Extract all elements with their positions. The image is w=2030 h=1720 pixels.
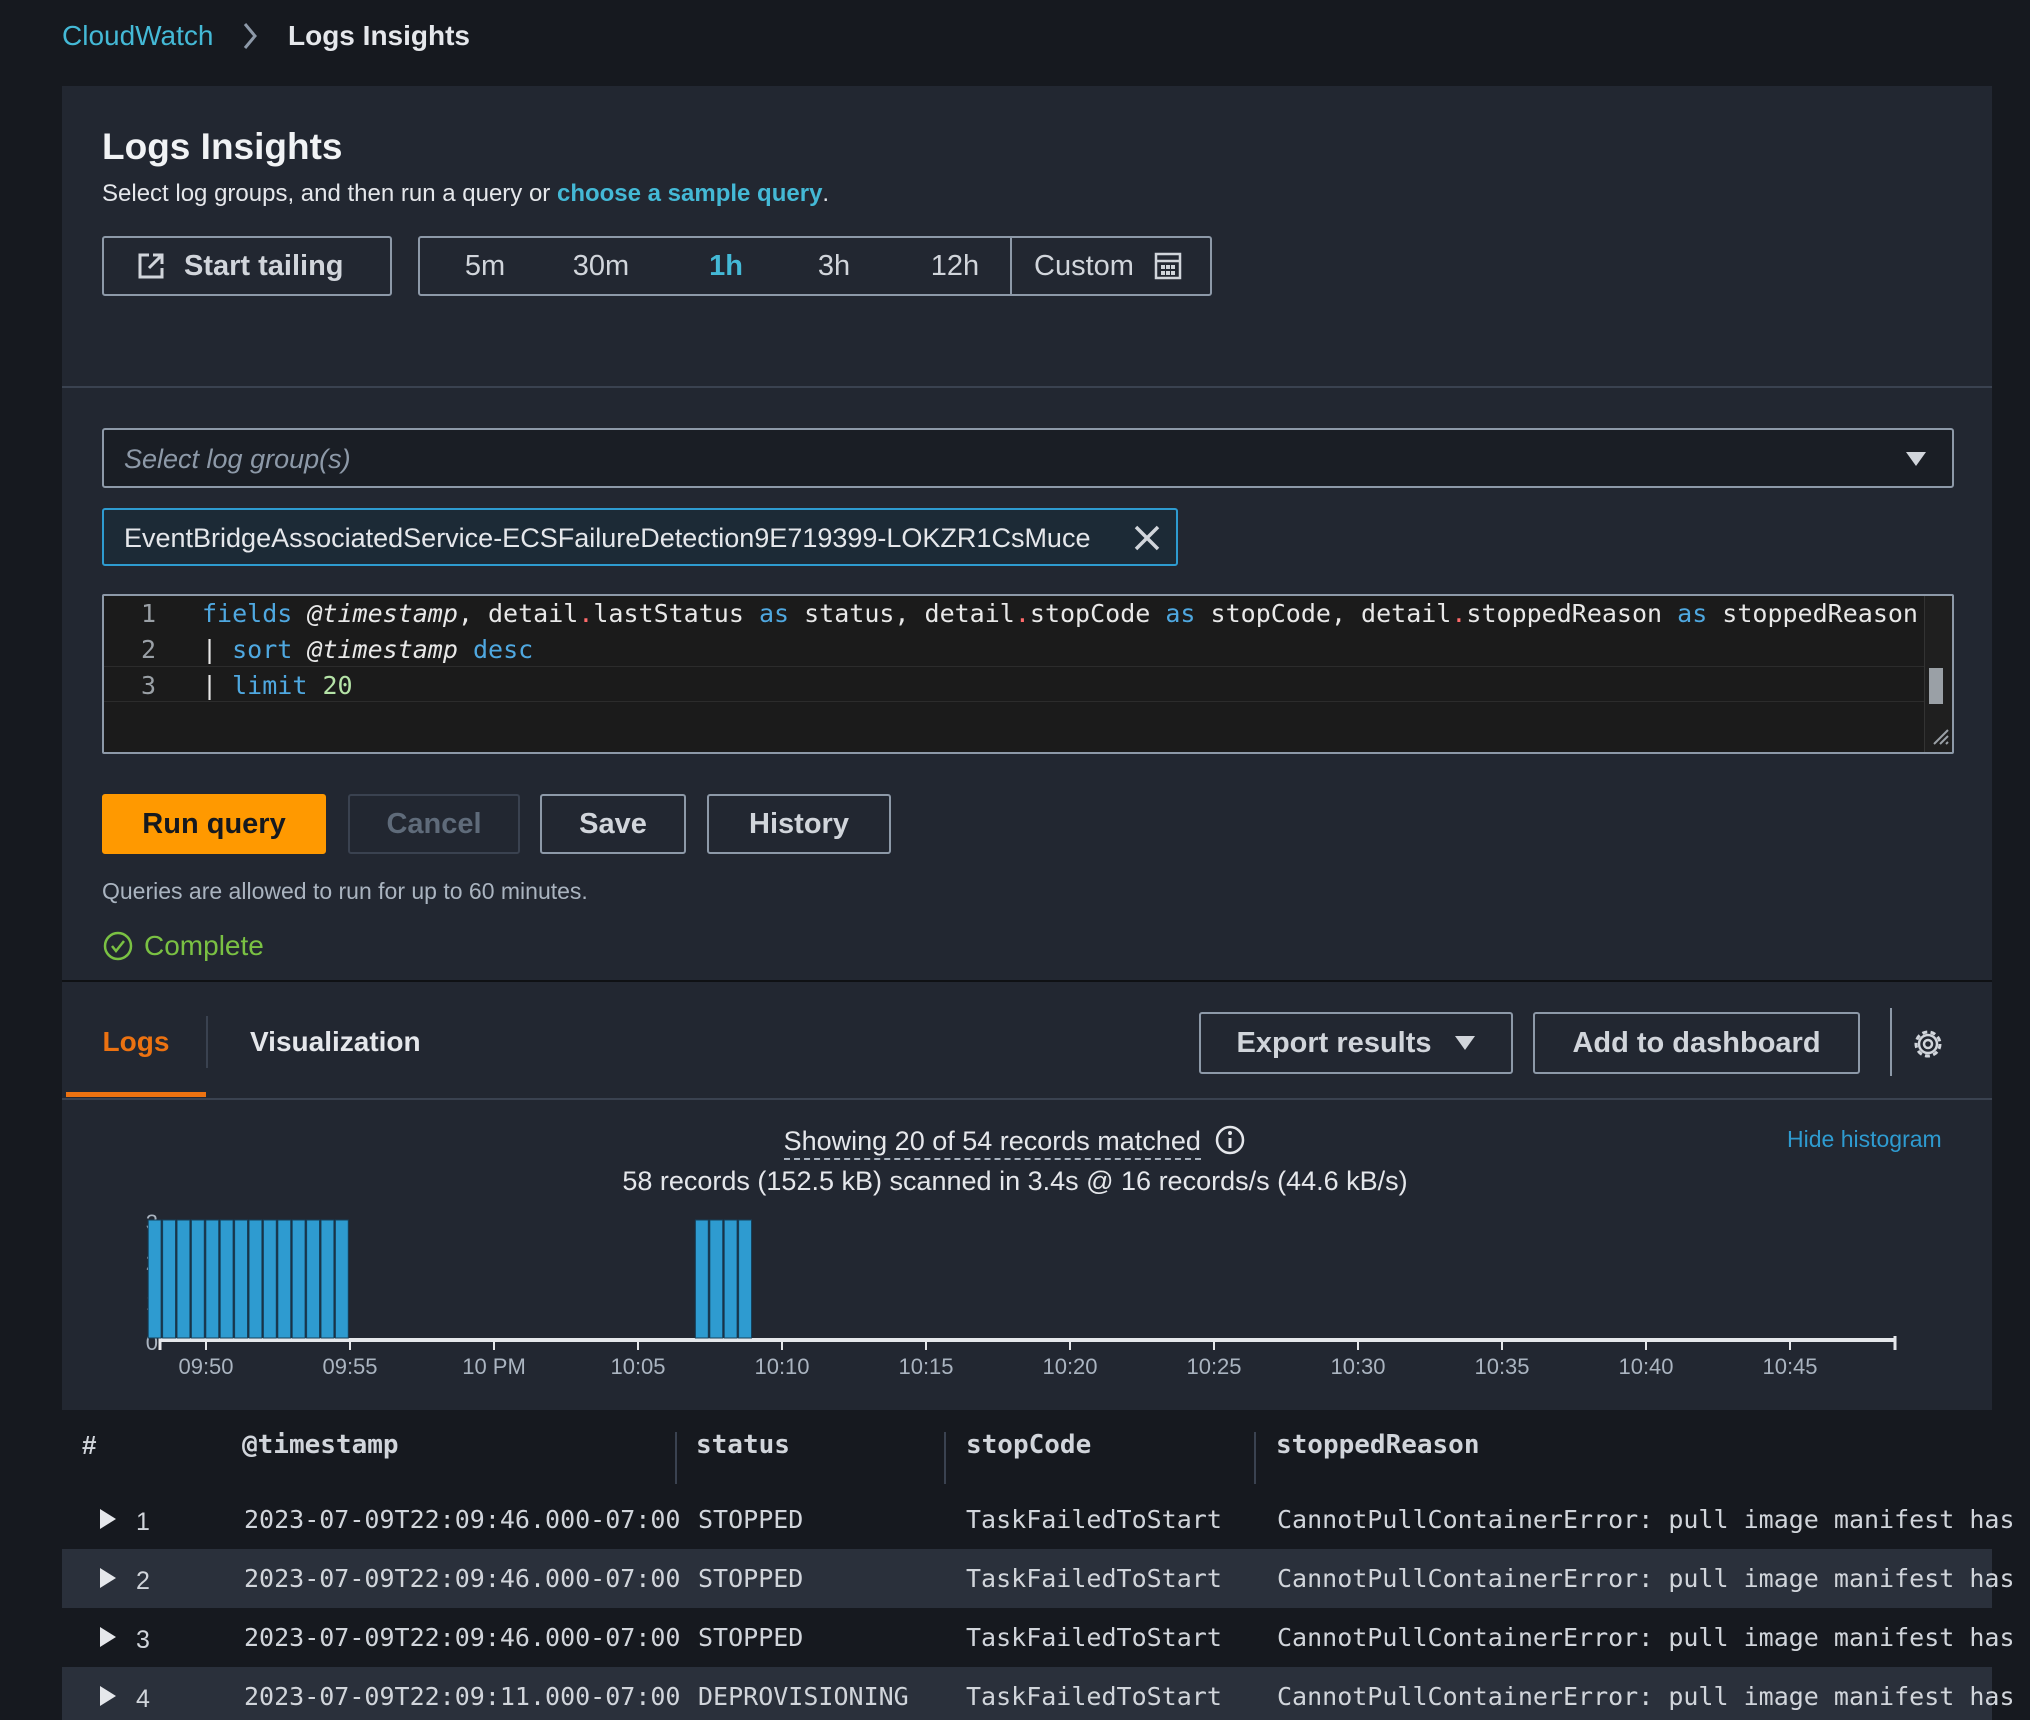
histogram-bar[interactable] (320, 1219, 335, 1339)
column-header-stoppedreason[interactable]: stoppedReason (1276, 1430, 1480, 1460)
histogram-bar[interactable] (334, 1219, 349, 1339)
cell-stoppedreason: CannotPullContainerError: pull image man… (1277, 1505, 2015, 1534)
x-tick-label: 09:50 (178, 1354, 234, 1379)
x-tick-label: 10:35 (1474, 1354, 1530, 1379)
x-tick-label: 10:20 (1042, 1354, 1098, 1379)
x-tick-label: 10 PM (462, 1354, 526, 1379)
histogram-bar[interactable] (248, 1219, 263, 1339)
column-header-timestamp[interactable]: @timestamp (242, 1430, 399, 1460)
expand-row-icon[interactable] (98, 1685, 118, 1712)
column-divider[interactable] (944, 1432, 946, 1484)
histogram-bars (147, 1219, 752, 1339)
histogram-bar[interactable] (723, 1219, 738, 1339)
column-divider[interactable] (675, 1432, 677, 1484)
cell-stopcode: TaskFailedToStart (966, 1682, 1222, 1711)
x-tick-label: 10:45 (1762, 1354, 1818, 1379)
histogram-bar[interactable] (219, 1219, 234, 1339)
cell-timestamp: 2023-07-09T22:09:46.000-07:00 (244, 1623, 681, 1652)
histogram-bar[interactable] (176, 1219, 191, 1339)
expand-row-icon[interactable] (98, 1567, 118, 1594)
row-index: 2 (136, 1567, 150, 1595)
column-header-status[interactable]: status (696, 1430, 790, 1460)
histogram-bar[interactable] (738, 1219, 752, 1339)
cell-stopcode: TaskFailedToStart (966, 1564, 1222, 1593)
expand-row-icon[interactable] (98, 1508, 118, 1535)
x-tick-label: 10:15 (898, 1354, 954, 1379)
histogram-bar[interactable] (291, 1219, 306, 1339)
x-tick-label: 10:25 (1186, 1354, 1242, 1379)
histogram-bar[interactable] (709, 1219, 724, 1339)
cell-stoppedreason: CannotPullContainerError: pull image man… (1277, 1564, 2015, 1593)
cell-stopcode: TaskFailedToStart (966, 1505, 1222, 1534)
table-row[interactable]: 3 2023-07-09T22:09:46.000-07:00 STOPPED … (62, 1608, 2015, 1667)
cell-status: DEPROVISIONING (698, 1682, 909, 1711)
column-header-stopcode[interactable]: stopCode (966, 1430, 1091, 1460)
cell-timestamp: 2023-07-09T22:09:11.000-07:00 (244, 1682, 681, 1711)
histogram-bar[interactable] (205, 1219, 220, 1339)
cell-status: STOPPED (698, 1505, 804, 1534)
cell-stoppedreason: CannotPullContainerError: pull image man… (1277, 1623, 2015, 1652)
x-tick-label: 10:05 (610, 1354, 666, 1379)
x-tick-label: 10:40 (1618, 1354, 1674, 1379)
table-row[interactable]: 4 2023-07-09T22:09:11.000-07:00 DEPROVIS… (62, 1667, 2015, 1720)
row-index: 4 (136, 1685, 150, 1713)
histogram-bar[interactable] (277, 1219, 292, 1339)
x-tick-label: 10:30 (1330, 1354, 1386, 1379)
histogram-bar[interactable] (306, 1219, 321, 1339)
cell-status: STOPPED (698, 1564, 804, 1593)
cell-stoppedreason: CannotPullContainerError: pull image man… (1277, 1682, 2015, 1711)
cell-stopcode: TaskFailedToStart (966, 1623, 1222, 1652)
expand-row-icon[interactable] (98, 1626, 118, 1653)
histogram-bar[interactable] (147, 1219, 162, 1339)
table-row[interactable]: 2 2023-07-09T22:09:46.000-07:00 STOPPED … (62, 1549, 2015, 1608)
cell-timestamp: 2023-07-09T22:09:46.000-07:00 (244, 1564, 681, 1593)
histogram-bar[interactable] (162, 1219, 177, 1339)
histogram-bar[interactable] (694, 1219, 709, 1339)
column-header-index: # (82, 1430, 97, 1460)
histogram-bar[interactable] (234, 1219, 249, 1339)
table-row[interactable]: 1 2023-07-09T22:09:46.000-07:00 STOPPED … (62, 1490, 2015, 1549)
x-tick-label: 09:55 (322, 1354, 378, 1379)
cell-status: STOPPED (698, 1623, 804, 1652)
row-index: 3 (136, 1626, 150, 1654)
column-divider[interactable] (1254, 1432, 1256, 1484)
x-tick-label: 10:10 (754, 1354, 810, 1379)
histogram-bar[interactable] (190, 1219, 205, 1339)
cell-timestamp: 2023-07-09T22:09:46.000-07:00 (244, 1505, 681, 1534)
row-index: 1 (136, 1508, 150, 1536)
histogram-bar[interactable] (262, 1219, 277, 1339)
